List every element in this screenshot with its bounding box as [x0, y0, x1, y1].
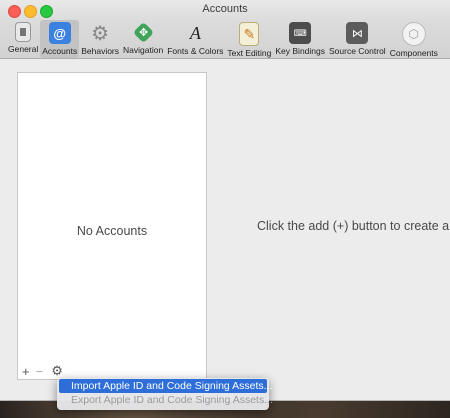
tab-key-bindings[interactable]: ⌨ Key Bindings	[273, 20, 327, 58]
accounts-list[interactable]: No Accounts	[17, 72, 207, 380]
tab-general-label: General	[8, 44, 39, 54]
tab-behaviors-label: Behaviors	[81, 46, 120, 56]
tab-components-label: Components	[389, 48, 438, 58]
gear-menu-button[interactable]: ⚙	[51, 363, 63, 379]
preferences-window: Accounts General @ Accounts ⚙ Behaviors …	[0, 0, 450, 401]
tab-text-editing[interactable]: ✎ Text Editing	[225, 20, 273, 58]
remove-account-button[interactable]: −	[36, 364, 44, 379]
tab-text-editing-label: Text Editing	[227, 48, 272, 58]
tab-fonts-colors[interactable]: A Fonts & Colors	[165, 20, 225, 58]
tab-source-control[interactable]: ⋈ Source Control	[327, 20, 388, 58]
tab-source-control-label: Source Control	[329, 46, 386, 56]
gear-context-menu: Import Apple ID and Code Signing Assets.…	[57, 378, 273, 410]
toolbar: General @ Accounts ⚙ Behaviors ✥ Navigat…	[0, 20, 450, 59]
fonts-colors-icon: A	[189, 22, 201, 43]
tab-navigation[interactable]: ✥ Navigation	[121, 20, 165, 58]
tab-behaviors[interactable]: ⚙ Behaviors	[79, 20, 121, 58]
accounts-pane: No Accounts + − ⚙ Click the add (+) butt…	[0, 60, 450, 400]
no-accounts-label: No Accounts	[76, 224, 148, 238]
components-icon: ⬡	[401, 22, 426, 46]
tab-fonts-colors-label: Fonts & Colors	[167, 46, 224, 56]
tab-general[interactable]: General	[6, 20, 40, 58]
add-account-button[interactable]: +	[22, 364, 30, 379]
tab-navigation-label: Navigation	[123, 45, 164, 55]
window-title: Accounts	[202, 3, 248, 15]
navigation-arrows-icon: ✥	[132, 21, 154, 44]
source-control-icon: ⋈	[346, 22, 369, 44]
general-icon	[15, 22, 32, 42]
menu-item-export-assets[interactable]: Export Apple ID and Code Signing Assets.…	[57, 393, 273, 407]
title-bar: Accounts	[0, 0, 450, 20]
empty-detail-message: Click the add (+) button to create a n	[257, 219, 450, 233]
tab-accounts-label: Accounts	[42, 46, 78, 56]
tab-key-bindings-label: Key Bindings	[275, 46, 325, 56]
gear-icon: ⚙	[91, 22, 110, 45]
text-editing-icon: ✎	[239, 22, 260, 46]
at-sign-icon: @	[48, 22, 71, 44]
tab-accounts[interactable]: @ Accounts	[40, 20, 80, 58]
menu-item-import-assets[interactable]: Import Apple ID and Code Signing Assets.…	[59, 379, 272, 393]
tab-components[interactable]: ⬡ Components	[388, 20, 440, 58]
keyboard-icon: ⌨	[289, 22, 312, 44]
